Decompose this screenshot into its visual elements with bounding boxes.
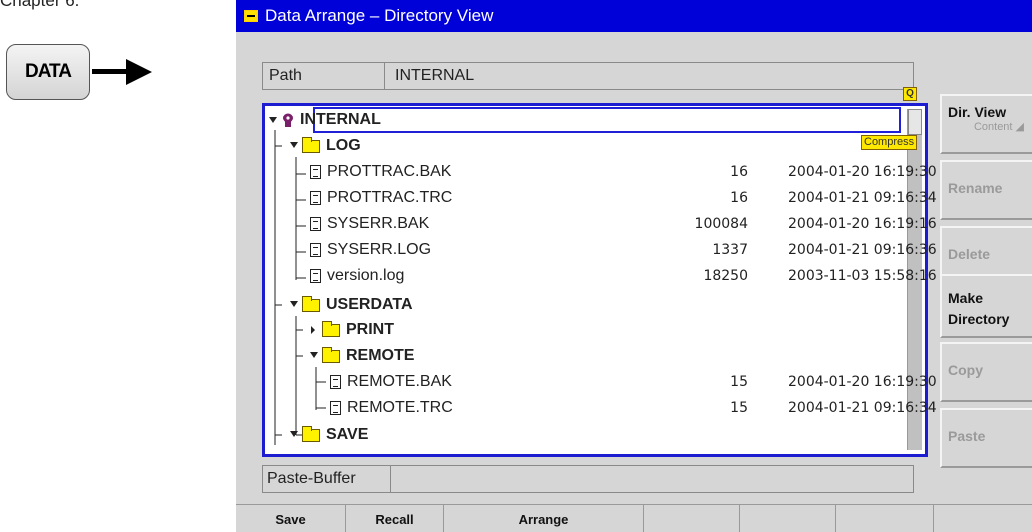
empty-tab-1 <box>644 505 740 532</box>
folder-icon <box>302 136 320 153</box>
node-label: SAVE <box>326 426 369 443</box>
paste-buffer-field: Paste-Buffer <box>262 465 914 493</box>
tree-file-row[interactable]: version.log 18250 2003-11-03 15:58:16 <box>310 264 988 288</box>
tree-file-row[interactable]: PROTTRAC.TRC 16 2004-01-21 09:16:34 <box>310 186 988 210</box>
file-size: 15 <box>730 400 748 416</box>
dir-view-softkey[interactable]: Dir. View Content ◢ <box>940 94 1032 154</box>
data-arrange-window: Data Arrange – Directory View Path INTER… <box>236 0 1032 532</box>
softkey-sublabel: Content ◢ <box>973 121 1024 133</box>
node-label: INTERNAL <box>300 111 381 128</box>
recall-tab[interactable]: Recall <box>346 505 444 532</box>
folder-icon <box>322 346 340 363</box>
folder-icon <box>302 295 320 312</box>
empty-tab-3 <box>836 505 934 532</box>
empty-tab-2 <box>740 505 836 532</box>
file-icon <box>310 269 321 283</box>
bottom-menu-bar: Save Recall Arrange <box>236 504 1032 532</box>
tree-node-log[interactable]: LOG <box>302 134 988 158</box>
file-size: 18250 <box>703 268 748 284</box>
save-tab[interactable]: Save <box>236 505 346 532</box>
file-icon <box>310 165 321 179</box>
folder-icon <box>322 320 340 337</box>
drive-icon <box>283 113 293 127</box>
tree-file-row[interactable]: SYSERR.BAK 100084 2004-01-20 16:19:16 <box>310 212 988 236</box>
copy-softkey[interactable]: Copy <box>940 342 1032 402</box>
node-label: REMOTE <box>346 347 415 364</box>
file-size: 1337 <box>712 242 748 258</box>
file-size: 16 <box>730 190 748 206</box>
tree-node-remote[interactable]: REMOTE <box>322 344 988 368</box>
chapter-heading: Chapter 6. <box>0 0 80 10</box>
file-name: SYSERR.LOG <box>327 241 432 258</box>
paste-buffer-label: Paste-Buffer <box>263 466 391 492</box>
file-name: REMOTE.BAK <box>347 373 452 390</box>
file-icon <box>310 191 321 205</box>
arrange-tab[interactable]: Arrange <box>444 505 644 532</box>
tree-file-row[interactable]: SYSERR.LOG 1337 2004-01-21 09:16:36 <box>310 238 988 262</box>
file-name: PROTTRAC.BAK <box>327 163 452 180</box>
tree-node-userdata[interactable]: USERDATA <box>302 293 988 317</box>
empty-tab-4 <box>934 505 1032 532</box>
node-label: PRINT <box>346 321 394 338</box>
file-icon <box>310 243 321 257</box>
tree-node-print[interactable]: PRINT <box>322 318 988 342</box>
file-size: 16 <box>730 164 748 180</box>
file-size: 15 <box>730 374 748 390</box>
paste-softkey[interactable]: Paste <box>940 408 1032 468</box>
file-name: SYSERR.BAK <box>327 215 430 232</box>
file-name: PROTTRAC.TRC <box>327 189 453 206</box>
softkey-label: Dir. View <box>948 104 1007 120</box>
file-icon <box>310 217 321 231</box>
data-key-button[interactable]: DATA <box>6 44 90 100</box>
node-label: USERDATA <box>326 296 413 313</box>
node-label: LOG <box>326 137 361 154</box>
make-directory-softkey[interactable]: Make Directory <box>940 274 1032 338</box>
tree-file-row[interactable]: PROTTRAC.BAK 16 2004-01-20 16:19:30 <box>310 160 988 184</box>
file-name: REMOTE.TRC <box>347 399 453 416</box>
tree-node-save[interactable]: SAVE <box>302 423 988 447</box>
file-size: 100084 <box>694 216 748 232</box>
folder-icon <box>302 425 320 442</box>
file-name: version.log <box>327 267 405 284</box>
tree-node-internal[interactable]: INTERNAL <box>282 108 988 132</box>
right-arrow-icon <box>92 59 152 85</box>
tree-file-row[interactable]: REMOTE.BAK 15 2004-01-20 16:19:30 <box>330 370 988 394</box>
rename-softkey[interactable]: Rename <box>940 160 1032 220</box>
file-icon <box>330 401 341 415</box>
file-icon <box>330 375 341 389</box>
tree-file-row[interactable]: REMOTE.TRC 15 2004-01-21 09:16:34 <box>330 396 988 420</box>
